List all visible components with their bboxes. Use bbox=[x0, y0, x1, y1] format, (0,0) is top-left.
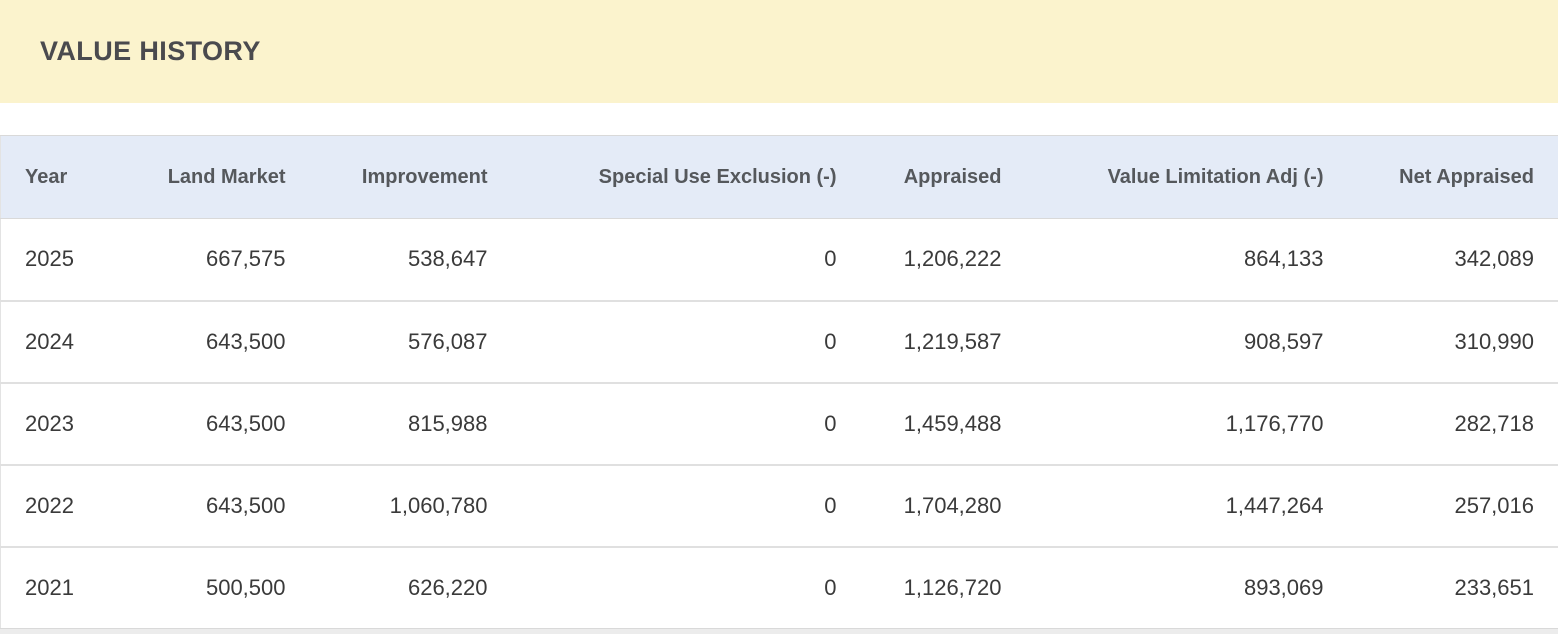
cell-improvement: 538,647 bbox=[286, 219, 488, 301]
cell-value-limitation-adj: 864,133 bbox=[1002, 219, 1324, 301]
col-header-appraised: Appraised bbox=[837, 136, 1002, 219]
cell-net-appraised: 310,990 bbox=[1324, 301, 1558, 383]
table-row: 2023 643,500 815,988 0 1,459,488 1,176,7… bbox=[1, 383, 1558, 465]
cell-appraised: 1,704,280 bbox=[837, 465, 1002, 547]
cell-special-use-exclusion: 0 bbox=[488, 301, 837, 383]
cell-net-appraised: 282,718 bbox=[1324, 383, 1558, 465]
cell-net-appraised: 257,016 bbox=[1324, 465, 1558, 547]
cell-appraised: 1,459,488 bbox=[837, 383, 1002, 465]
cell-land-market: 643,500 bbox=[101, 465, 286, 547]
value-history-section: VALUE HISTORY Year Land Market Improveme… bbox=[0, 0, 1558, 634]
header-table-gap bbox=[0, 103, 1558, 135]
cell-year: 2024 bbox=[1, 301, 101, 383]
cell-special-use-exclusion: 0 bbox=[488, 547, 837, 629]
table-row: 2022 643,500 1,060,780 0 1,704,280 1,447… bbox=[1, 465, 1558, 547]
cell-net-appraised: 342,089 bbox=[1324, 219, 1558, 301]
cell-value-limitation-adj: 1,447,264 bbox=[1002, 465, 1324, 547]
table-row: 2021 500,500 626,220 0 1,126,720 893,069… bbox=[1, 547, 1558, 629]
col-header-value-limitation-adj: Value Limitation Adj (-) bbox=[1002, 136, 1324, 219]
col-header-year: Year bbox=[1, 136, 101, 219]
section-divider bbox=[0, 629, 1558, 634]
cell-land-market: 643,500 bbox=[101, 301, 286, 383]
cell-land-market: 667,575 bbox=[101, 219, 286, 301]
cell-net-appraised: 233,651 bbox=[1324, 547, 1558, 629]
cell-improvement: 1,060,780 bbox=[286, 465, 488, 547]
cell-value-limitation-adj: 908,597 bbox=[1002, 301, 1324, 383]
cell-special-use-exclusion: 0 bbox=[488, 383, 837, 465]
cell-year: 2022 bbox=[1, 465, 101, 547]
cell-improvement: 576,087 bbox=[286, 301, 488, 383]
cell-improvement: 815,988 bbox=[286, 383, 488, 465]
cell-value-limitation-adj: 1,176,770 bbox=[1002, 383, 1324, 465]
table-row: 2024 643,500 576,087 0 1,219,587 908,597… bbox=[1, 301, 1558, 383]
cell-improvement: 626,220 bbox=[286, 547, 488, 629]
cell-value-limitation-adj: 893,069 bbox=[1002, 547, 1324, 629]
cell-appraised: 1,219,587 bbox=[837, 301, 1002, 383]
cell-year: 2021 bbox=[1, 547, 101, 629]
col-header-net-appraised: Net Appraised bbox=[1324, 136, 1558, 219]
col-header-improvement: Improvement bbox=[286, 136, 488, 219]
cell-year: 2025 bbox=[1, 219, 101, 301]
cell-appraised: 1,206,222 bbox=[837, 219, 1002, 301]
table-row: 2025 667,575 538,647 0 1,206,222 864,133… bbox=[1, 219, 1558, 301]
col-header-land-market: Land Market bbox=[101, 136, 286, 219]
cell-land-market: 643,500 bbox=[101, 383, 286, 465]
cell-special-use-exclusion: 0 bbox=[488, 465, 837, 547]
cell-land-market: 500,500 bbox=[101, 547, 286, 629]
cell-special-use-exclusion: 0 bbox=[488, 219, 837, 301]
table-header-row: Year Land Market Improvement Special Use… bbox=[1, 136, 1558, 219]
section-header-bar: VALUE HISTORY bbox=[0, 0, 1558, 103]
cell-year: 2023 bbox=[1, 383, 101, 465]
value-history-table: Year Land Market Improvement Special Use… bbox=[0, 135, 1558, 629]
cell-appraised: 1,126,720 bbox=[837, 547, 1002, 629]
col-header-special-use-exclusion: Special Use Exclusion (-) bbox=[488, 136, 837, 219]
section-title: VALUE HISTORY bbox=[40, 36, 261, 67]
